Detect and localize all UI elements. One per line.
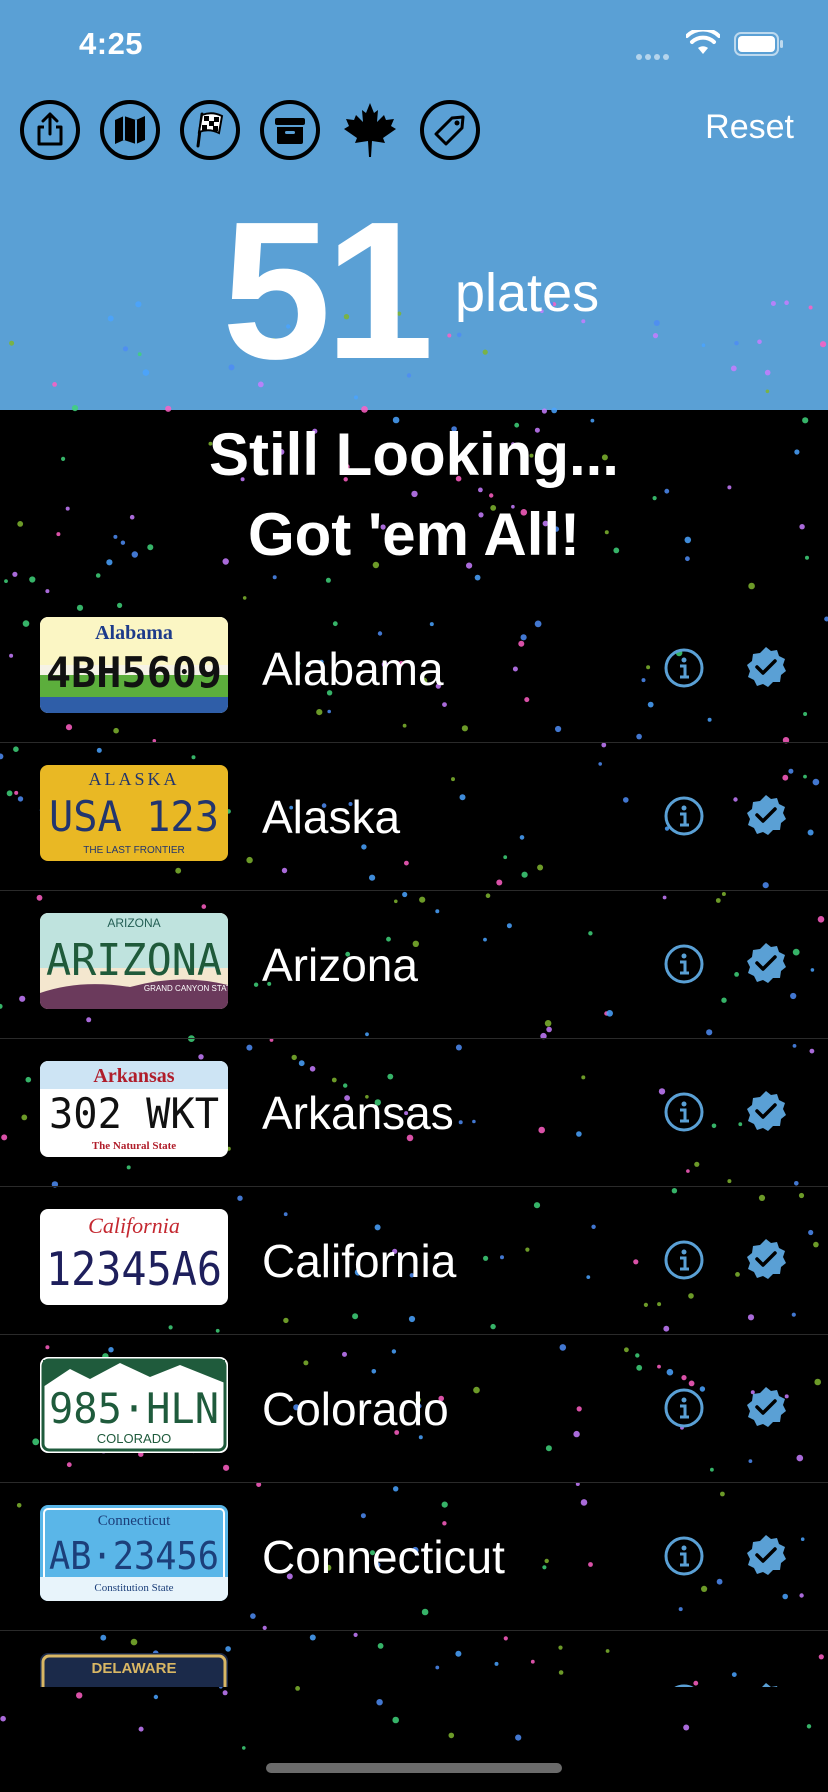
state-row-arizona[interactable]: ARIZONA ARIZONA GRAND CANYON STATE Arizo… — [0, 891, 828, 1039]
still-looking-heading: Still Looking... — [209, 421, 619, 488]
info-icon[interactable] — [663, 943, 705, 985]
state-name: Connecticut — [262, 1531, 505, 1583]
alaska-plate-image: ALASKA USA 123 THE LAST FRONTIER — [40, 765, 228, 861]
state-row-alabama[interactable]: Alabama 4BH5609 Alabama — [0, 595, 828, 743]
svg-text:THE LAST FRONTIER: THE LAST FRONTIER — [83, 845, 185, 856]
svg-text:California: California — [88, 1213, 180, 1238]
state-name: Alabama — [262, 643, 444, 695]
state-name: California — [262, 1235, 457, 1287]
svg-text:Alabama: Alabama — [95, 622, 173, 644]
info-icon[interactable] — [663, 647, 705, 689]
verified-check-icon[interactable] — [744, 1089, 788, 1133]
finish-flag-button[interactable] — [180, 100, 240, 160]
arkansas-plate-image: Arkansas 302 WKT The Natural State — [40, 1061, 228, 1157]
info-icon[interactable] — [663, 1683, 705, 1687]
state-row-delaware[interactable]: DELAWARE 83058 Delaware — [0, 1631, 828, 1687]
verified-check-icon[interactable] — [744, 1385, 788, 1429]
svg-text:COLORADO: COLORADO — [97, 1431, 171, 1446]
map-button[interactable] — [100, 100, 160, 160]
svg-text:AB·23456: AB·23456 — [49, 1534, 219, 1578]
info-icon[interactable] — [663, 1535, 705, 1577]
connecticut-plate-image: Connecticut AB·23456 Constitution State — [40, 1505, 228, 1601]
info-icon[interactable] — [663, 795, 705, 837]
state-name: Arizona — [262, 939, 418, 991]
svg-text:Constitution State: Constitution State — [94, 1582, 173, 1594]
california-plate-image: California 12345A6 — [40, 1209, 228, 1305]
svg-text:The Natural State: The Natural State — [92, 1140, 176, 1152]
svg-text:12345A6: 12345A6 — [46, 1242, 222, 1296]
verified-check-icon[interactable] — [744, 1237, 788, 1281]
svg-text:Arkansas: Arkansas — [93, 1065, 174, 1087]
svg-text:Connecticut: Connecticut — [98, 1513, 171, 1529]
state-name: Arkansas — [262, 1087, 454, 1139]
verified-check-icon[interactable] — [744, 941, 788, 985]
svg-text:DELAWARE: DELAWARE — [91, 1660, 176, 1677]
svg-text:302 WKT: 302 WKT — [49, 1089, 219, 1138]
state-list[interactable]: Alabama 4BH5609 Alabama ALASKA USA 123 T… — [0, 595, 828, 1687]
state-row-california[interactable]: California 12345A6 California — [0, 1187, 828, 1335]
svg-text:ARIZONA: ARIZONA — [46, 935, 222, 986]
map-icon — [100, 100, 160, 160]
state-row-alaska[interactable]: ALASKA USA 123 THE LAST FRONTIER Alaska — [0, 743, 828, 891]
got-em-all-heading: Got 'em All! — [247, 501, 581, 568]
delaware-plate-image: DELAWARE 83058 — [40, 1653, 228, 1687]
alabama-plate-image: Alabama 4BH5609 — [40, 617, 228, 713]
state-row-arkansas[interactable]: Arkansas 302 WKT The Natural State Arkan… — [0, 1039, 828, 1187]
svg-text:GRAND CANYON STATE: GRAND CANYON STATE — [144, 984, 228, 993]
state-name: Colorado — [262, 1383, 449, 1435]
plate-count: 51 — [222, 181, 434, 400]
share-icon — [20, 100, 80, 160]
tag-icon — [420, 100, 480, 160]
cellular-signal-icon — [636, 47, 672, 65]
plate-count-unit: plates — [455, 263, 600, 323]
archive-icon — [260, 100, 320, 160]
arizona-plate-image: ARIZONA ARIZONA GRAND CANYON STATE — [40, 913, 228, 1009]
svg-text:4BH5609: 4BH5609 — [46, 648, 222, 697]
verified-check-icon[interactable] — [744, 645, 788, 689]
home-indicator[interactable] — [266, 1763, 562, 1773]
wifi-icon — [686, 30, 720, 54]
svg-text:USA 123: USA 123 — [49, 792, 219, 841]
tag-button[interactable] — [420, 100, 480, 160]
info-icon[interactable] — [663, 1239, 705, 1281]
battery-icon — [734, 32, 783, 56]
status-time: 4:25 — [79, 26, 144, 61]
verified-check-icon[interactable] — [744, 1533, 788, 1577]
checkered-flag-icon — [180, 100, 240, 160]
state-row-connecticut[interactable]: Connecticut AB·23456 Constitution State … — [0, 1483, 828, 1631]
maple-leaf-icon — [344, 103, 396, 157]
reset-button[interactable]: Reset — [705, 108, 794, 147]
colorado-plate-image: 985·HLN COLORADO — [40, 1357, 228, 1453]
share-button[interactable] — [20, 100, 80, 160]
state-row-colorado[interactable]: 985·HLN COLORADO Colorado — [0, 1335, 828, 1483]
verified-check-icon[interactable] — [744, 1681, 788, 1687]
svg-text:ALASKA: ALASKA — [88, 769, 179, 789]
state-name: Delaware — [262, 1631, 456, 1687]
canada-button[interactable] — [340, 100, 400, 160]
svg-text:83058: 83058 — [64, 1681, 204, 1687]
state-name: Alaska — [262, 791, 401, 843]
verified-check-icon[interactable] — [744, 793, 788, 837]
info-icon[interactable] — [663, 1091, 705, 1133]
archive-button[interactable] — [260, 100, 320, 160]
svg-text:ARIZONA: ARIZONA — [107, 916, 160, 930]
svg-text:985·HLN: 985·HLN — [49, 1384, 219, 1433]
info-icon[interactable] — [663, 1387, 705, 1429]
